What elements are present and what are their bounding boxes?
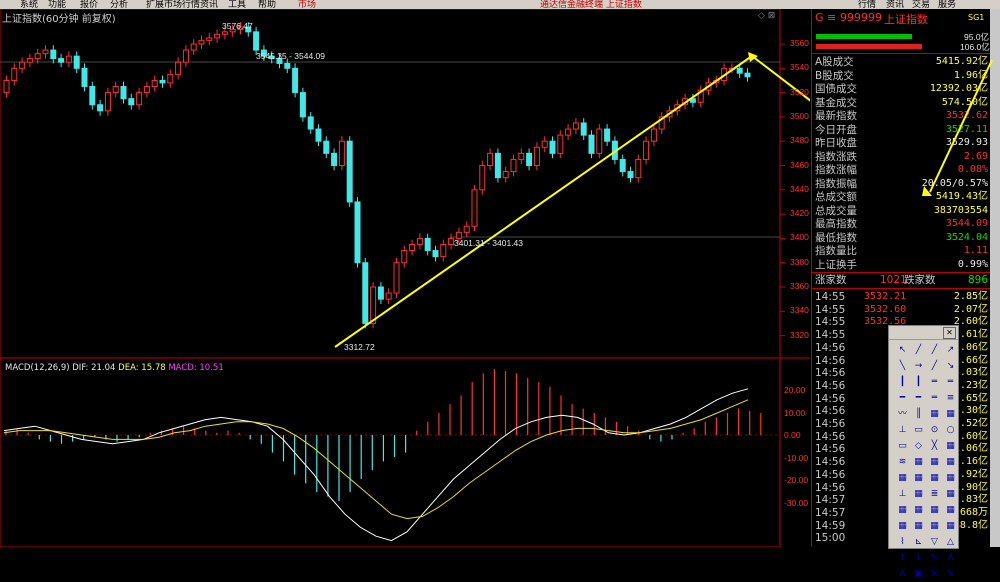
drawing-tool-icon[interactable]: ↓ xyxy=(911,551,926,566)
trend-line-right xyxy=(929,59,993,193)
drawing-tool-icon[interactable]: ▣ xyxy=(911,567,926,582)
drawing-tool-icon[interactable]: ✕ xyxy=(927,567,942,582)
drawing-tool-icon[interactable]: ↑ xyxy=(895,551,910,566)
drawing-tool-icon[interactable]: ✎ xyxy=(927,551,942,566)
drawing-tool-icon[interactable]: A xyxy=(943,551,958,566)
drawing-tool-icon[interactable]: ✎ xyxy=(943,567,958,582)
drawing-tool-icon[interactable]: A xyxy=(895,567,910,582)
overlay-arrows xyxy=(922,59,993,196)
